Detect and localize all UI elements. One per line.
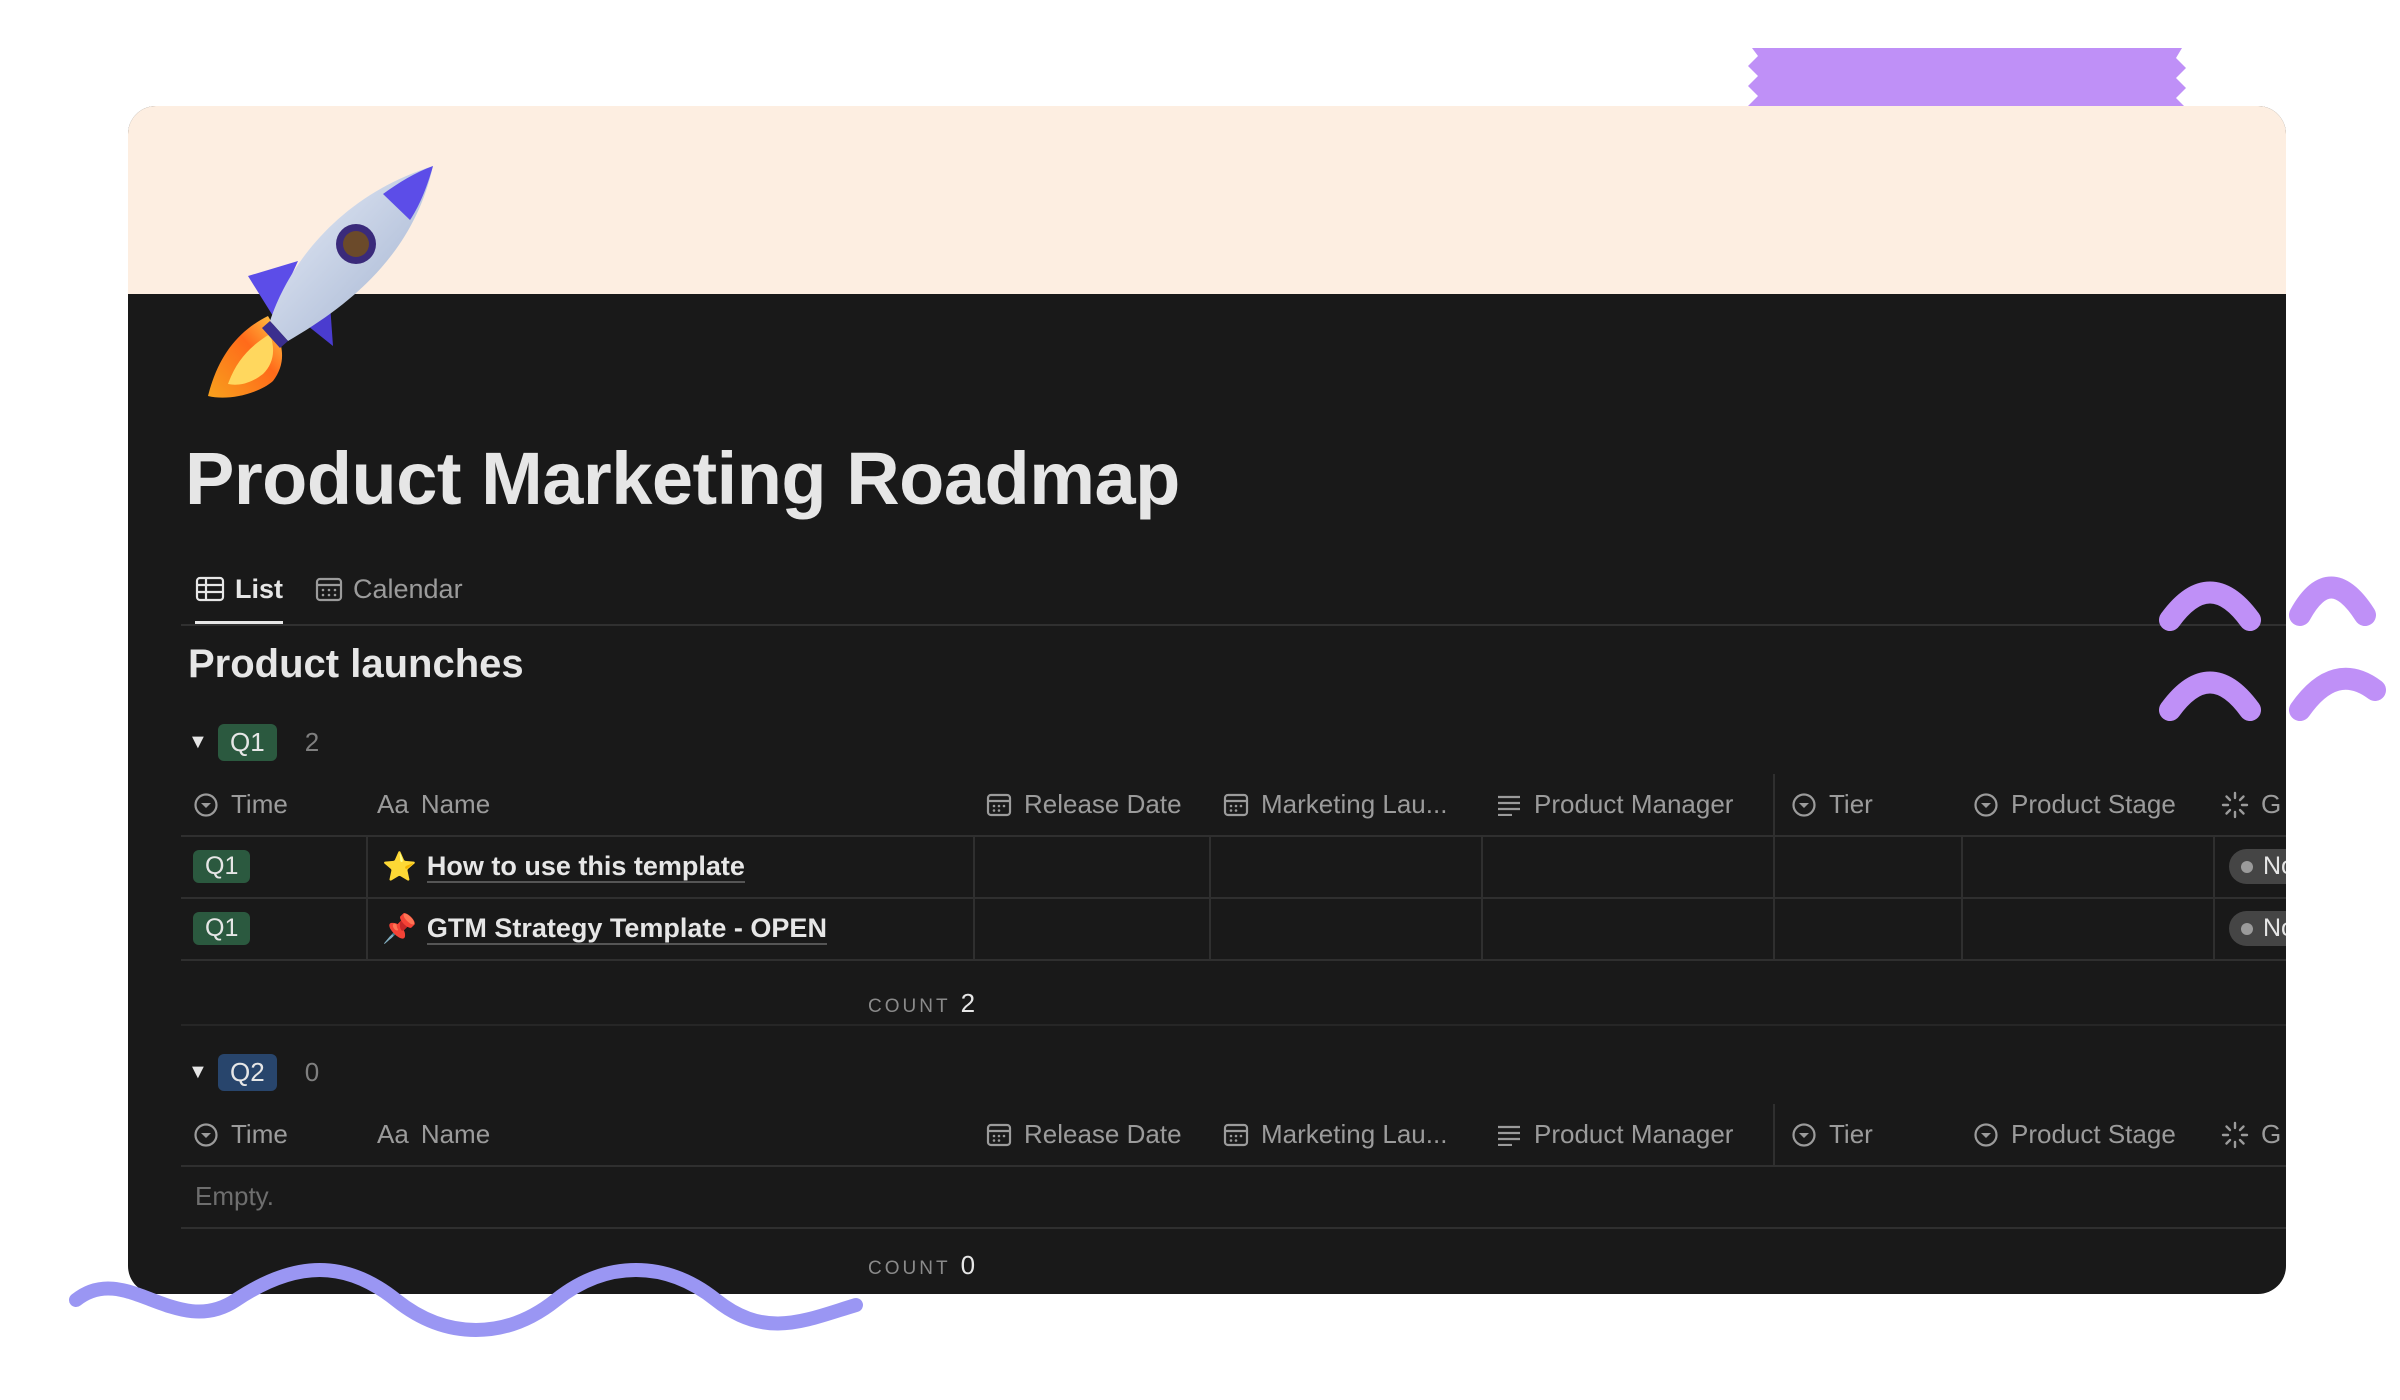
arcs-decoration bbox=[2159, 576, 2386, 721]
calendar-icon bbox=[315, 577, 343, 602]
column-header-time[interactable]: Time bbox=[193, 774, 288, 835]
group-tag-q2[interactable]: Q2 bbox=[218, 1053, 277, 1091]
text-lines-icon bbox=[1498, 795, 1520, 816]
column-header-marketing-launch[interactable]: Marketing Lau... bbox=[1223, 1104, 1447, 1165]
select-property-icon bbox=[1792, 1122, 1816, 1147]
collapse-toggle-icon[interactable]: ▼ bbox=[188, 731, 218, 754]
column-header-marketing-launch[interactable]: Marketing Lau... bbox=[1223, 774, 1447, 835]
status-badge: No bbox=[2229, 849, 2286, 884]
group-divider bbox=[181, 1024, 2286, 1026]
star-icon: ⭐ bbox=[382, 851, 417, 882]
marketing-launch-cell[interactable] bbox=[1209, 898, 1481, 959]
name-cell[interactable]: ⭐ How to use this template bbox=[366, 836, 973, 897]
table-header-row: Time Aa Name Release Date Marketing Lau.… bbox=[181, 1104, 2286, 1167]
column-header-tier[interactable]: Tier bbox=[1773, 774, 1873, 835]
column-header-product-stage[interactable]: Product Stage bbox=[1973, 1104, 2176, 1165]
column-header-status[interactable]: G bbox=[2221, 774, 2281, 835]
empty-row[interactable]: Empty. bbox=[181, 1166, 2286, 1229]
column-header-name[interactable]: Aa Name bbox=[377, 774, 490, 835]
time-cell[interactable]: Q1 bbox=[193, 898, 251, 959]
column-header-status[interactable]: G bbox=[2221, 1104, 2281, 1165]
tab-list[interactable]: List bbox=[195, 556, 284, 624]
tab-list-label: List bbox=[235, 573, 284, 604]
page-cover bbox=[128, 106, 2286, 294]
date-property-icon bbox=[1223, 793, 1249, 816]
tab-calendar-label: Calendar bbox=[353, 573, 463, 604]
release-date-cell[interactable] bbox=[973, 898, 1209, 959]
page-card: Product Marketing Roadmap List Calendar … bbox=[128, 106, 2286, 1294]
table-icon bbox=[195, 576, 225, 602]
select-property-icon bbox=[1974, 792, 1998, 817]
table-row[interactable]: Q1 ⭐ How to use this template No bbox=[181, 836, 2286, 899]
table-header-row: Time Aa Name Release Date Marketing Lau.… bbox=[181, 774, 2286, 837]
status-cell[interactable]: No bbox=[2213, 836, 2286, 897]
text-lines-icon bbox=[1498, 1125, 1520, 1146]
product-manager-cell[interactable] bbox=[1481, 836, 1773, 897]
group-header-q1: ▼ Q1 2 bbox=[188, 720, 319, 764]
status-badge: No bbox=[2229, 911, 2286, 946]
tier-cell[interactable] bbox=[1773, 836, 1961, 897]
select-property-icon bbox=[194, 1122, 218, 1147]
status-cell[interactable]: No bbox=[2213, 898, 2286, 959]
column-header-time[interactable]: Time bbox=[193, 1104, 288, 1165]
group-tag-q1[interactable]: Q1 bbox=[218, 723, 277, 761]
name-cell[interactable]: 📌 GTM Strategy Template - OPEN bbox=[366, 898, 973, 959]
count-footer[interactable]: COUNT 0 bbox=[868, 1250, 975, 1281]
product-stage-cell[interactable] bbox=[1961, 898, 2213, 959]
page-link[interactable]: GTM Strategy Template - OPEN bbox=[426, 913, 827, 945]
tab-calendar[interactable]: Calendar bbox=[315, 556, 463, 622]
marketing-launch-cell[interactable] bbox=[1209, 836, 1481, 897]
group-count: 2 bbox=[304, 726, 320, 757]
date-property-icon bbox=[986, 1123, 1012, 1146]
tier-cell[interactable] bbox=[1773, 898, 1961, 959]
count-footer[interactable]: COUNT 2 bbox=[868, 988, 975, 1019]
column-header-tier[interactable]: Tier bbox=[1773, 1104, 1873, 1165]
status-property-icon bbox=[2221, 791, 2249, 818]
column-header-product-manager[interactable]: Product Manager bbox=[1496, 774, 1733, 835]
squiggle-decoration bbox=[69, 1263, 863, 1337]
release-date-cell[interactable] bbox=[973, 836, 1209, 897]
column-header-product-manager[interactable]: Product Manager bbox=[1496, 1104, 1733, 1165]
select-property-icon bbox=[1792, 792, 1816, 817]
time-cell[interactable]: Q1 bbox=[193, 836, 251, 897]
table-row[interactable]: Q1 📌 GTM Strategy Template - OPEN No bbox=[181, 898, 2286, 961]
group-count: 0 bbox=[304, 1056, 320, 1087]
select-property-icon bbox=[1974, 1122, 1998, 1147]
status-property-icon bbox=[2221, 1121, 2249, 1148]
column-header-release-date[interactable]: Release Date bbox=[986, 1104, 1182, 1165]
column-header-release-date[interactable]: Release Date bbox=[986, 774, 1182, 835]
page-title[interactable]: Product Marketing Roadmap bbox=[185, 436, 1180, 521]
date-property-icon bbox=[1223, 1123, 1249, 1146]
database-title[interactable]: Product launches bbox=[188, 642, 524, 687]
empty-state: Empty. bbox=[195, 1181, 274, 1211]
text-property-icon: Aa bbox=[377, 789, 409, 819]
collapse-toggle-icon[interactable]: ▼ bbox=[188, 1061, 218, 1084]
select-property-icon bbox=[194, 792, 218, 817]
pushpin-icon: 📌 bbox=[382, 913, 417, 944]
column-header-product-stage[interactable]: Product Stage bbox=[1973, 774, 2176, 835]
date-property-icon bbox=[986, 793, 1012, 816]
view-tabs: List Calendar bbox=[181, 556, 2286, 626]
page-link[interactable]: How to use this template bbox=[426, 851, 745, 883]
group-header-q2: ▼ Q2 0 bbox=[188, 1050, 319, 1094]
table-q1: Time Aa Name Release Date Marketing Lau.… bbox=[181, 774, 2286, 1074]
product-manager-cell[interactable] bbox=[1481, 898, 1773, 959]
rocket-icon[interactable] bbox=[188, 156, 438, 406]
product-stage-cell[interactable] bbox=[1961, 836, 2213, 897]
text-property-icon: Aa bbox=[377, 1119, 409, 1149]
column-header-name[interactable]: Aa Name bbox=[377, 1104, 490, 1165]
